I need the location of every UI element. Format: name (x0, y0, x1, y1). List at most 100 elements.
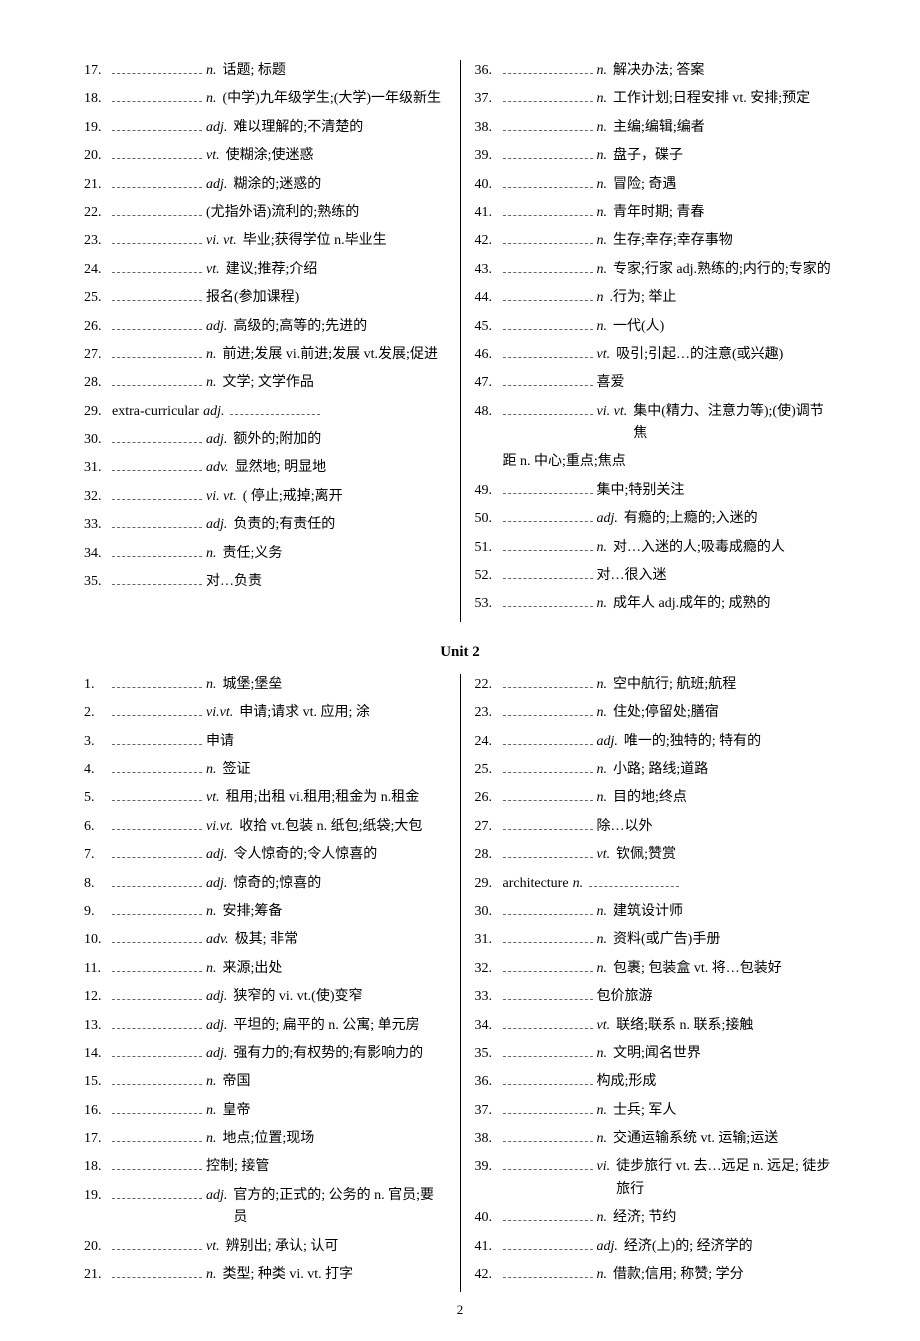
fill-blank[interactable] (503, 145, 593, 159)
part-of-speech: n. (597, 702, 608, 724)
fill-blank[interactable] (112, 1185, 202, 1199)
fill-blank[interactable] (503, 1128, 593, 1142)
item-number: 14. (84, 1043, 112, 1065)
fill-blank[interactable] (503, 117, 593, 131)
fill-blank[interactable] (503, 986, 593, 1000)
definition: 显然地; 明显地 (235, 457, 446, 479)
fill-blank[interactable] (503, 901, 593, 915)
fill-blank[interactable] (503, 593, 593, 607)
fill-blank[interactable] (112, 731, 202, 745)
fill-blank[interactable] (503, 344, 593, 358)
fill-blank[interactable] (112, 929, 202, 943)
item-number: 42. (475, 1264, 503, 1286)
fill-blank[interactable] (503, 537, 593, 551)
fill-blank[interactable] (503, 230, 593, 244)
fill-blank[interactable] (112, 88, 202, 102)
fill-blank[interactable] (503, 287, 593, 301)
fill-blank[interactable] (503, 1071, 593, 1085)
vocab-row: 44.n.行为; 举止 (475, 287, 837, 309)
fill-blank[interactable] (503, 958, 593, 972)
fill-blank[interactable] (503, 508, 593, 522)
fill-blank[interactable] (503, 259, 593, 273)
fill-blank[interactable] (112, 316, 202, 330)
fill-blank[interactable] (112, 1100, 202, 1114)
fill-blank[interactable] (112, 816, 202, 830)
item-number: 34. (84, 543, 112, 565)
fill-blank[interactable] (503, 816, 593, 830)
fill-blank[interactable] (503, 929, 593, 943)
fill-blank[interactable] (503, 1043, 593, 1057)
fill-blank[interactable] (503, 844, 593, 858)
fill-blank[interactable] (503, 787, 593, 801)
fill-blank[interactable] (112, 958, 202, 972)
fill-blank[interactable] (503, 565, 593, 579)
fill-blank[interactable] (503, 60, 593, 74)
fill-blank[interactable] (112, 60, 202, 74)
fill-blank[interactable] (503, 1156, 593, 1170)
fill-blank[interactable] (503, 1100, 593, 1114)
fill-blank[interactable] (112, 702, 202, 716)
fill-blank[interactable] (112, 759, 202, 773)
fill-blank[interactable] (503, 88, 593, 102)
fill-blank[interactable] (112, 145, 202, 159)
fill-blank[interactable] (112, 571, 202, 585)
fill-blank[interactable] (112, 1156, 202, 1170)
fill-blank[interactable] (503, 174, 593, 188)
fill-blank[interactable] (503, 702, 593, 716)
fill-blank[interactable] (503, 480, 593, 494)
fill-blank[interactable] (503, 674, 593, 688)
fill-blank[interactable] (589, 873, 679, 887)
part-of-speech: adj. (597, 1236, 618, 1258)
part-of-speech: adv. (206, 929, 229, 951)
fill-blank[interactable] (503, 202, 593, 216)
fill-blank[interactable] (230, 401, 320, 415)
fill-blank[interactable] (112, 202, 202, 216)
page-number: 2 (80, 1300, 840, 1321)
fill-blank[interactable] (112, 787, 202, 801)
fill-blank[interactable] (112, 674, 202, 688)
fill-blank[interactable] (112, 1071, 202, 1085)
fill-blank[interactable] (112, 844, 202, 858)
definition: (尤指外语)流利的;熟练的 (206, 202, 446, 224)
fill-blank[interactable] (112, 117, 202, 131)
fill-blank[interactable] (503, 401, 593, 415)
left-column: 17.n.话题; 标题18.n.(中学)九年级学生;(大学)一年级新生19.ad… (80, 60, 461, 622)
fill-blank[interactable] (112, 901, 202, 915)
fill-blank[interactable] (112, 1236, 202, 1250)
fill-blank[interactable] (112, 372, 202, 386)
fill-blank[interactable] (112, 514, 202, 528)
fill-blank[interactable] (112, 174, 202, 188)
fill-blank[interactable] (503, 372, 593, 386)
fill-blank[interactable] (503, 1207, 593, 1221)
part-of-speech: adj. (206, 117, 227, 139)
part-of-speech: n. (597, 674, 608, 696)
fill-blank[interactable] (112, 486, 202, 500)
fill-blank[interactable] (112, 230, 202, 244)
fill-blank[interactable] (503, 1015, 593, 1029)
fill-blank[interactable] (503, 316, 593, 330)
fill-blank[interactable] (112, 986, 202, 1000)
fill-blank[interactable] (112, 543, 202, 557)
fill-blank[interactable] (503, 1236, 593, 1250)
fill-blank[interactable] (112, 1015, 202, 1029)
item-number: 26. (475, 787, 503, 809)
fill-blank[interactable] (503, 731, 593, 745)
fill-blank[interactable] (503, 759, 593, 773)
fill-blank[interactable] (112, 259, 202, 273)
part-of-speech: n. (206, 372, 217, 394)
fill-blank[interactable] (503, 1264, 593, 1278)
fill-blank[interactable] (112, 429, 202, 443)
definition: 责任;义务 (223, 543, 446, 565)
fill-blank[interactable] (112, 873, 202, 887)
definition: 工作计划;日程安排 vt. 安排;预定 (613, 88, 836, 110)
fill-blank[interactable] (112, 344, 202, 358)
fill-blank[interactable] (112, 1128, 202, 1142)
fill-blank[interactable] (112, 1264, 202, 1278)
item-number: 49. (475, 480, 503, 502)
item-number: 19. (84, 1185, 112, 1207)
fill-blank[interactable] (112, 1043, 202, 1057)
item-number: 32. (475, 958, 503, 980)
item-number: 18. (84, 1156, 112, 1178)
fill-blank[interactable] (112, 457, 202, 471)
fill-blank[interactable] (112, 287, 202, 301)
